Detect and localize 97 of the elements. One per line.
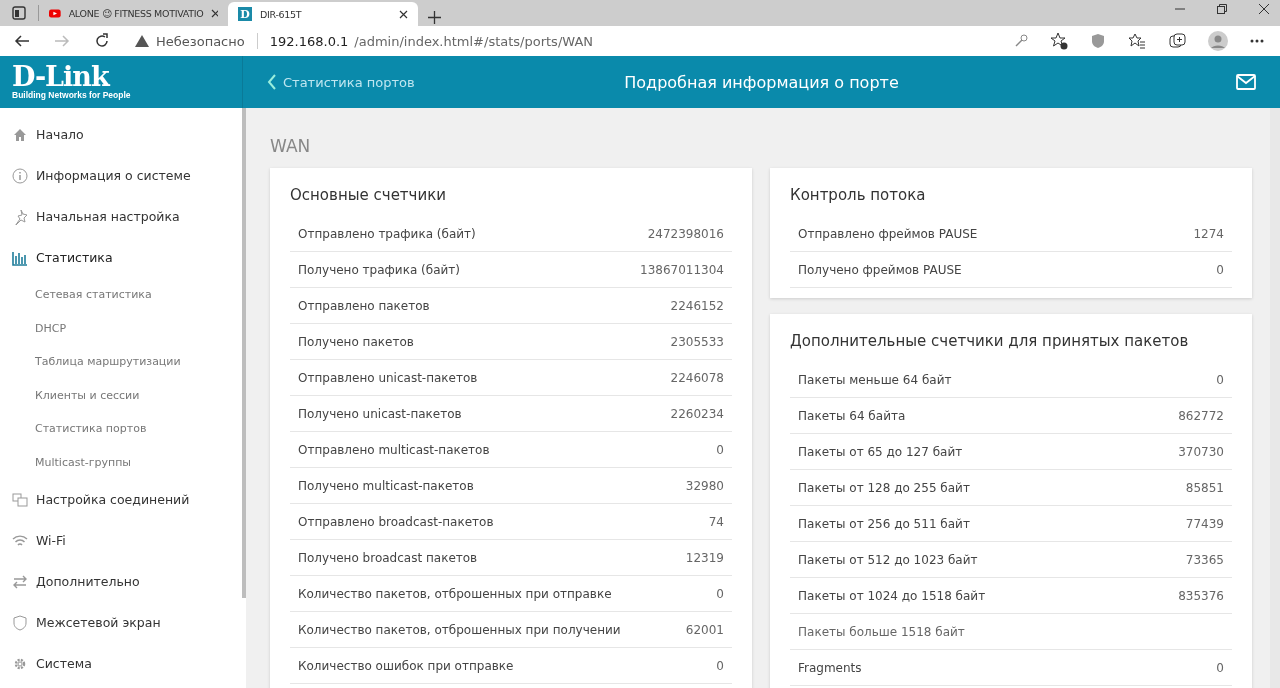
sidebar-item[interactable]: Настройка соединений xyxy=(0,479,246,520)
counter-label: Количество пакетов, отброшенных при получении xyxy=(298,622,621,637)
sidebar-subitem[interactable]: Таблица маршрутизации xyxy=(0,345,246,379)
sidebar-item[interactable]: Дополнительно xyxy=(0,561,246,602)
info-icon xyxy=(12,167,28,184)
site-icon: D xyxy=(238,7,252,21)
close-icon[interactable] xyxy=(1258,3,1270,15)
profile-icon[interactable] xyxy=(1208,31,1228,51)
sidebar-subitem[interactable]: Клиенты и сессии xyxy=(0,378,246,412)
counter-label: Отправлено multicast-пакетов xyxy=(298,442,490,457)
counter-value: 2246152 xyxy=(670,298,724,313)
counter-label: Количество пакетов, отброшенных при отправке xyxy=(298,586,612,601)
sidebar-subitem[interactable]: Multicast-группы xyxy=(0,445,246,479)
counter-value: 370730 xyxy=(1178,444,1224,459)
counter-label: Получено unicast-пакетов xyxy=(298,406,462,421)
add-favorite-icon[interactable] xyxy=(1050,32,1068,50)
counter-value: 32980 xyxy=(685,478,724,493)
back-icon[interactable] xyxy=(14,33,30,49)
counter-label: Отправлено unicast-пакетов xyxy=(298,370,478,385)
counter-label: Получено фреймов PAUSE xyxy=(798,262,962,277)
counter-label: Пакеты меньше 64 байт xyxy=(798,372,952,387)
shield-icon[interactable] xyxy=(1090,33,1106,49)
sidebar-item[interactable]: Wi-Fi xyxy=(0,520,246,561)
counter-label: Пакеты больше 1518 байт xyxy=(798,624,965,639)
close-icon[interactable] xyxy=(211,8,218,18)
sidebar-item[interactable]: Начало xyxy=(0,114,246,155)
counter-value: 0 xyxy=(1216,262,1224,277)
counter-value: 77439 xyxy=(1185,516,1224,531)
card-title: Контроль потока xyxy=(790,186,927,204)
card-title: Основные счетчики xyxy=(290,186,448,204)
counter-label: Пакеты от 256 до 511 байт xyxy=(798,516,970,531)
counter-value: 0 xyxy=(716,442,724,457)
counter-value: 862772 xyxy=(1178,408,1224,423)
sidebar-item[interactable]: Информация о системе xyxy=(0,155,246,196)
counter-value: 835376 xyxy=(1178,588,1224,603)
counter-value: 2472398016 xyxy=(647,226,724,241)
sidebar-item[interactable]: Межсетевой экран xyxy=(0,602,246,643)
key-icon[interactable] xyxy=(1014,34,1028,48)
counter-label: Пакеты от 65 до 127 байт xyxy=(798,444,963,459)
collections-icon[interactable] xyxy=(1168,32,1186,50)
counter-label: Пакеты от 1024 до 1518 байт xyxy=(798,588,986,603)
counter-value: 0 xyxy=(1216,372,1224,387)
sidebar-item[interactable]: Начальная настройка xyxy=(0,196,246,237)
favorites-icon[interactable] xyxy=(1128,33,1146,49)
sidebar-subitem[interactable]: Сетевая статистика xyxy=(0,278,246,312)
counter-label: Отправлено фреймов PAUSE xyxy=(798,226,978,241)
tab-actions-icon[interactable] xyxy=(12,6,26,20)
page-heading: Подробная информация о порте xyxy=(624,72,899,92)
chevron-left-icon xyxy=(267,74,277,90)
counter-value: 0 xyxy=(1216,660,1224,675)
scrollbar[interactable] xyxy=(1270,108,1280,688)
counter-label: Отправлено пакетов xyxy=(298,298,430,313)
counter-value: 0 xyxy=(716,658,724,673)
restore-icon[interactable] xyxy=(1216,3,1228,15)
new-tab-icon[interactable] xyxy=(428,11,441,24)
shield-icon xyxy=(12,614,28,631)
port-name: WAN xyxy=(270,136,312,156)
close-icon[interactable] xyxy=(399,9,408,19)
counter-label: Отправлено broadcast-пакетов xyxy=(298,514,494,529)
counter-label: Получено multicast-пакетов xyxy=(298,478,474,493)
warning-icon xyxy=(134,34,150,48)
counter-value: 62001 xyxy=(685,622,724,637)
browser-tab[interactable]: ALONE 😉 FITNESS MOTIVATIO xyxy=(38,5,228,21)
counter-label: Количество ошибок при отправке xyxy=(298,658,514,673)
screens-icon xyxy=(12,491,28,508)
sidebar-item[interactable]: Система xyxy=(0,643,246,684)
home-icon xyxy=(12,126,28,143)
counter-label: Fragments xyxy=(798,660,862,675)
counter-value: 73365 xyxy=(1185,552,1224,567)
arrows-icon xyxy=(12,573,28,590)
bar-chart-icon xyxy=(12,249,28,266)
counter-value: 2246078 xyxy=(670,370,724,385)
counter-value: 2260234 xyxy=(670,406,724,421)
sidebar-subitem[interactable]: Статистика портов xyxy=(0,412,246,446)
scrollbar[interactable] xyxy=(242,108,246,598)
counter-value: 2305533 xyxy=(670,334,724,349)
counter-label: Получено пакетов xyxy=(298,334,414,349)
mail-icon[interactable] xyxy=(1236,74,1256,90)
counter-value: 12319 xyxy=(685,550,724,565)
counter-value: 0 xyxy=(716,586,724,601)
counter-value: 85851 xyxy=(1185,480,1224,495)
counter-label: Пакеты 64 байта xyxy=(798,408,906,423)
counter-label: Получено broadcast пакетов xyxy=(298,550,478,565)
counter-value: 1274 xyxy=(1193,226,1224,241)
sidebar-item[interactable]: Статистика xyxy=(0,237,246,278)
counter-label: Пакеты от 128 до 255 байт xyxy=(798,480,970,495)
counter-value: 13867011304 xyxy=(640,262,724,277)
counter-label: Пакеты от 512 до 1023 байт xyxy=(798,552,978,567)
counter-label: Получено трафика (байт) xyxy=(298,262,460,277)
more-icon[interactable] xyxy=(1250,39,1264,43)
reload-icon[interactable] xyxy=(94,33,110,49)
card-title: Дополнительные счетчики для принятых пакетов xyxy=(790,332,1190,350)
play-icon xyxy=(49,7,61,19)
counter-label: Отправлено трафика (байт) xyxy=(298,226,476,241)
browser-tab[interactable]: D DIR-615T xyxy=(228,2,418,26)
sidebar-subitem[interactable]: DHCP xyxy=(0,311,246,345)
counter-value: 74 xyxy=(708,514,724,529)
